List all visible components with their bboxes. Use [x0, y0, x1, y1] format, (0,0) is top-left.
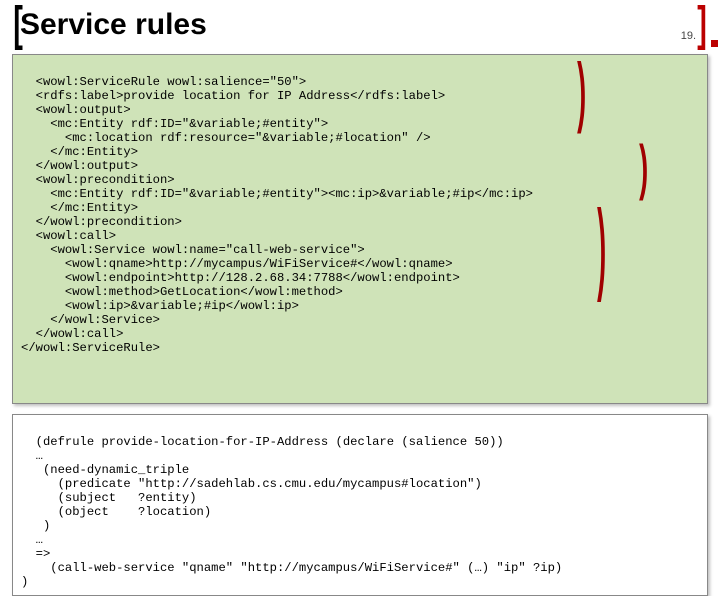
xml-code-text: <wowl:ServiceRule wowl:salience="50"> <r… — [21, 75, 533, 355]
page-number: 19. — [681, 30, 696, 42]
xml-code-block: <wowl:ServiceRule wowl:salience="50"> <r… — [12, 54, 708, 404]
corner-bullet — [711, 40, 718, 47]
lisp-code-block: (defrule provide-location-for-IP-Address… — [12, 414, 708, 596]
title-bar: [ Service rules 19. ] — [0, 0, 720, 50]
page-title: Service rules — [20, 8, 207, 42]
bracket-left-icon: [ — [13, 5, 23, 45]
brace-precondition-icon: ) — [638, 161, 649, 182]
brace-output-icon: ) — [576, 85, 587, 106]
bracket-right-icon: ] — [697, 5, 707, 45]
brace-call-icon: ) — [596, 241, 607, 262]
lisp-code-text: (defrule provide-location-for-IP-Address… — [21, 435, 562, 589]
